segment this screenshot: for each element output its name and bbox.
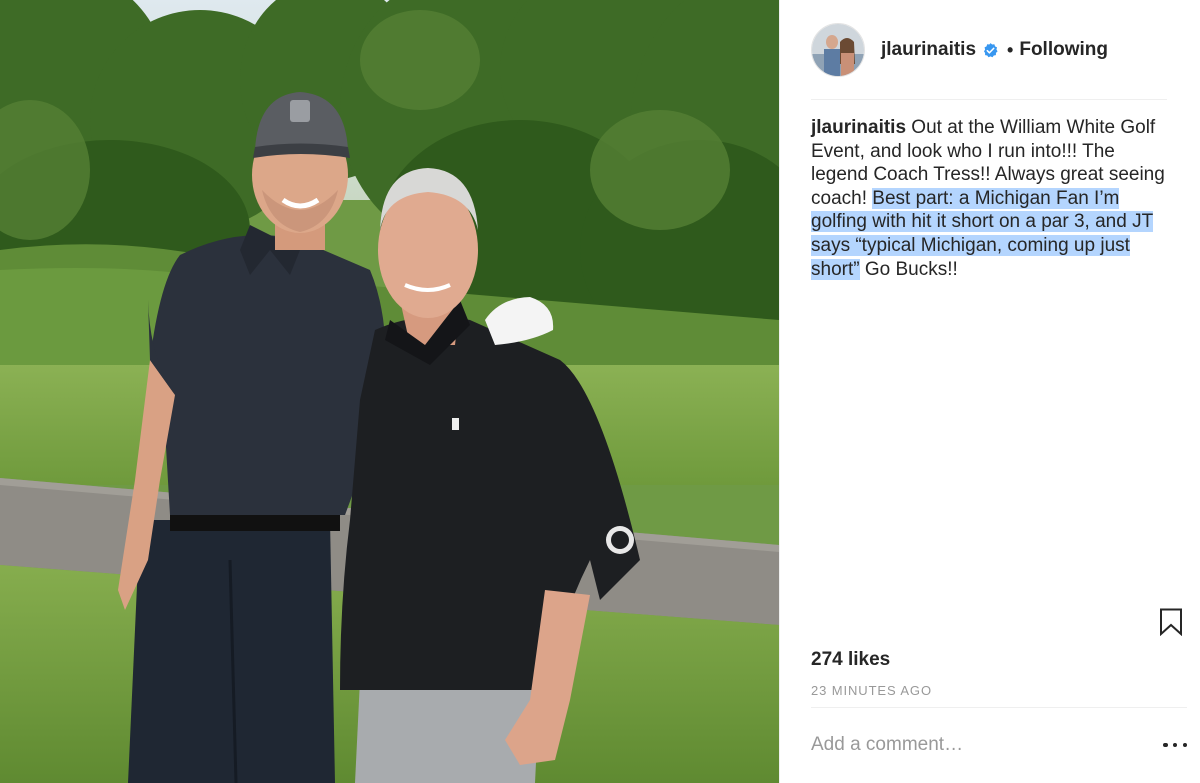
caption-username[interactable]: jlaurinaitis (811, 117, 906, 138)
avatar-photo (812, 24, 864, 76)
more-dot (1182, 742, 1187, 748)
golf-course-photo (0, 0, 779, 783)
post-header: jlaurinaitis • Following (811, 22, 1167, 78)
likes-count[interactable]: 274 likes (811, 649, 890, 671)
instagram-post: jlaurinaitis • Following jlaurinaitis Ou… (0, 0, 1200, 783)
header-separator: • (1007, 39, 1014, 60)
following-button[interactable]: Following (1019, 39, 1108, 61)
comment-divider (811, 707, 1187, 708)
more-dot (1172, 742, 1178, 748)
more-dot (1163, 742, 1168, 748)
post-caption: jlaurinaitis Out at the William White Go… (811, 116, 1171, 281)
caption-text-end: Go Bucks!! (859, 258, 958, 280)
verified-badge-icon (984, 42, 998, 57)
post-photo[interactable] (0, 0, 779, 783)
comment-input[interactable] (811, 730, 1141, 760)
header-divider (811, 99, 1167, 100)
author-avatar[interactable] (811, 23, 865, 77)
more-options-icon[interactable] (1163, 733, 1187, 757)
bookmark-icon[interactable] (1159, 608, 1183, 636)
author-username[interactable]: jlaurinaitis (881, 39, 976, 61)
post-timestamp[interactable]: 23 MINUTES AGO (811, 683, 932, 698)
post-side-panel: jlaurinaitis • Following jlaurinaitis Ou… (779, 0, 1200, 783)
